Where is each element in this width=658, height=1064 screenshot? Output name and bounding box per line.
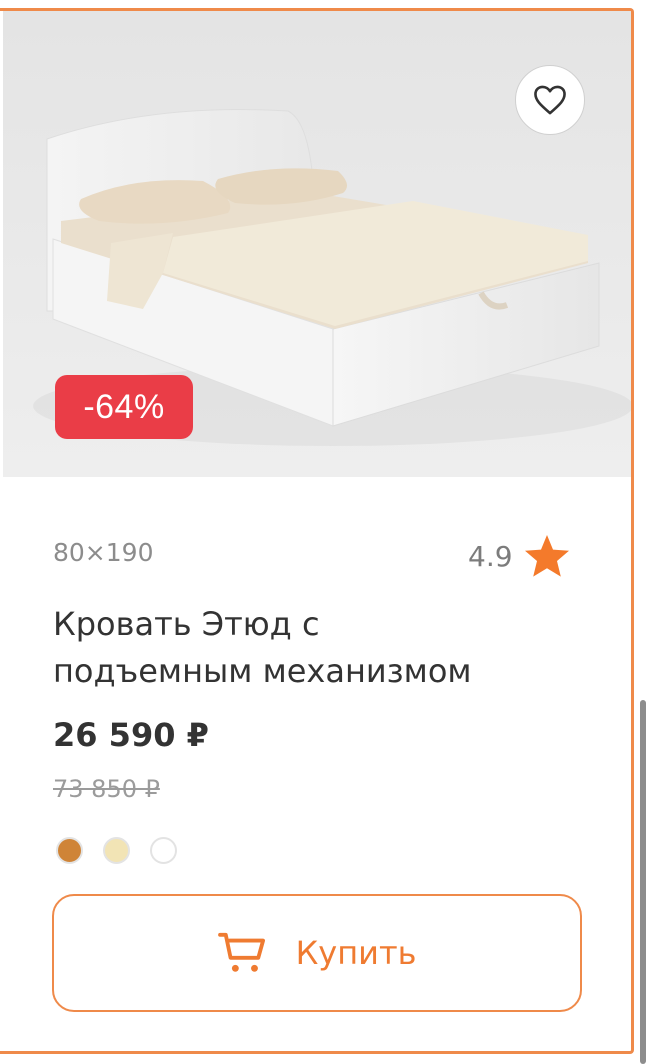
product-size: 80×190 (53, 538, 154, 567)
current-price: 26 590 ₽ (53, 716, 209, 754)
color-swatch[interactable] (150, 837, 177, 864)
color-swatch[interactable] (56, 837, 83, 864)
color-swatch[interactable] (103, 837, 130, 864)
product-title-line1: Кровать Этюд с (53, 605, 320, 643)
rating: 4.9 (468, 533, 571, 579)
product-title-line2: подъемным механизмом (53, 652, 472, 690)
cart-icon (217, 932, 265, 972)
favorite-button[interactable] (515, 65, 585, 135)
product-image[interactable]: -64% (3, 11, 631, 477)
discount-badge: -64% (55, 375, 193, 439)
buy-button[interactable]: Купить (52, 894, 582, 1012)
product-title[interactable]: Кровать Этюд с подъемным механизмом (53, 601, 613, 695)
buy-button-label: Купить (295, 934, 417, 972)
scrollbar[interactable] (640, 700, 646, 1064)
star-icon (524, 535, 569, 577)
old-price: 73 850 ₽ (53, 775, 160, 803)
heart-icon (534, 85, 566, 115)
product-card[interactable]: -64% 80×190 4.9 Кровать Этюд с подъемным… (0, 8, 634, 1054)
rating-value: 4.9 (468, 539, 513, 573)
color-swatches (56, 837, 177, 864)
